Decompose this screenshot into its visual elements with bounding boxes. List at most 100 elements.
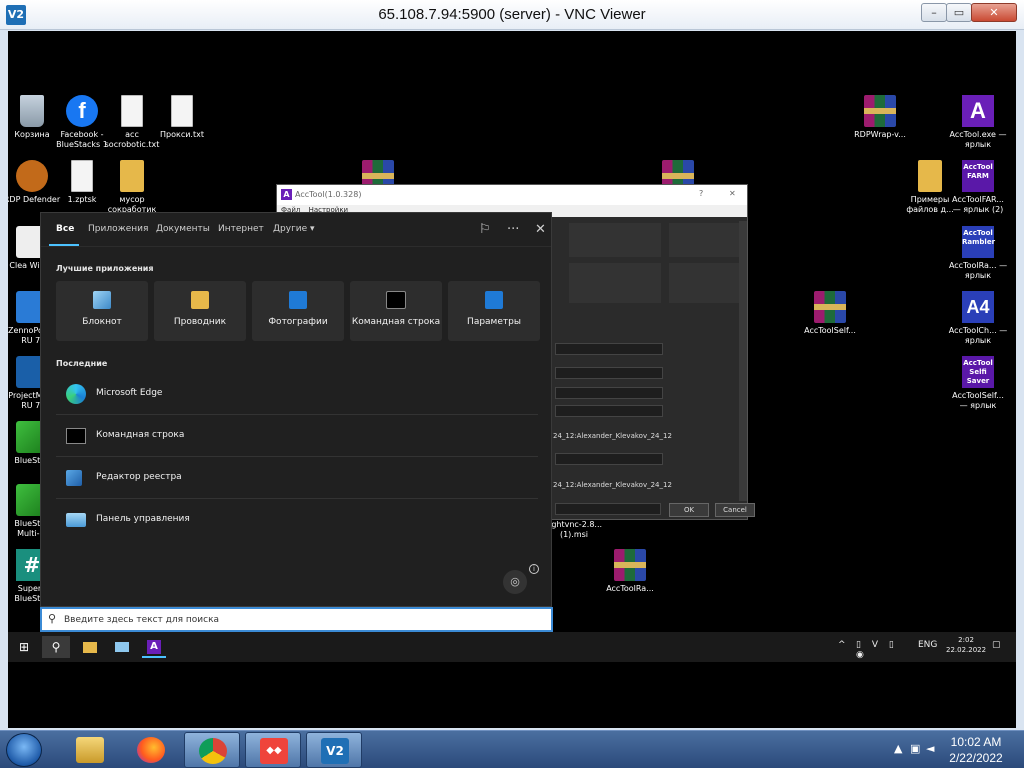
folder-icon	[191, 291, 209, 309]
close-icon[interactable]: ✕	[535, 222, 546, 237]
vnc-titlebar[interactable]: V2 65.108.7.94:5900 (server) - VNC Viewe…	[0, 0, 1024, 30]
recent-item-regedit[interactable]: Редактор реестра	[56, 457, 538, 499]
taskbar-explorer[interactable]	[62, 732, 118, 768]
desktop-icon-acctool-selfi[interactable]: AccTool Selfi Saver AccToolSelf... — ярл…	[948, 356, 1008, 411]
icon-label: tightvnc-2.8... (1).msi	[545, 520, 603, 539]
taskbar-anydesk[interactable]: ◆◆	[245, 732, 301, 768]
icon-label: AccTool.exe — ярлык	[949, 130, 1007, 149]
recent-heading: Последние	[56, 359, 108, 368]
recent-item-control-panel[interactable]: Панель управления	[56, 499, 538, 541]
desktop-icon-acctool-rambler[interactable]: AccTool Rambler AccToolRa... — ярлык	[948, 226, 1008, 281]
search-icon[interactable]: ⚲	[42, 636, 70, 658]
language-indicator[interactable]: ENG	[918, 640, 937, 650]
tab-all[interactable]: Все	[56, 224, 74, 234]
remote-desktop[interactable]: Корзина f Facebook - BlueStacks 1 acc so…	[8, 31, 1016, 728]
help-button[interactable]: ?	[699, 189, 703, 198]
ok-button[interactable]: OK	[669, 503, 709, 517]
icon-label: AccToolRa...	[606, 584, 654, 593]
acctool-panel	[669, 263, 739, 303]
desktop-icon-proxy-txt[interactable]: Прокси.txt	[152, 95, 212, 140]
acctool-farm-icon: AccTool FARM	[962, 160, 994, 192]
winrar-archive-icon	[814, 291, 846, 323]
more-icon[interactable]: ···	[507, 222, 519, 237]
anydesk-icon: ◆◆	[260, 738, 288, 764]
windows-start-orb-icon[interactable]	[6, 733, 42, 767]
notification-icon[interactable]: ▢	[992, 640, 1001, 650]
host-clock[interactable]: 10:02 AM 2/22/2022	[936, 734, 1016, 766]
top-app-settings[interactable]: Параметры	[448, 281, 540, 341]
acctool-icon: A	[962, 95, 994, 127]
taskbar-control-panel[interactable]	[110, 636, 134, 658]
acctool-titlebar[interactable]: AccTool(1.0.328) ? ✕	[277, 185, 747, 205]
acctool-icon: A	[147, 640, 161, 654]
folder-icon	[918, 160, 942, 192]
acctool-field[interactable]	[555, 405, 663, 417]
taskbar-chrome[interactable]	[184, 732, 240, 768]
minimize-button[interactable]: –	[921, 3, 947, 22]
remote-clock[interactable]: 2:02 22.02.2022	[946, 635, 986, 655]
tab-internet[interactable]: Интернет	[218, 224, 264, 234]
terminal-icon	[386, 291, 406, 309]
close-button[interactable]: ✕	[729, 189, 736, 198]
file-icon	[71, 160, 93, 192]
desktop-icon-tightvnc[interactable]: tightvnc-2.8... (1).msi	[544, 517, 604, 540]
control-panel-icon	[115, 642, 129, 652]
recent-item-edge[interactable]: Microsoft Edge	[56, 373, 538, 415]
acctool-title: AccTool(1.0.328)	[295, 190, 362, 199]
desktop-icon-acctool-ch[interactable]: A4 AccToolCh... — ярлык	[948, 291, 1008, 346]
taskbar-explorer[interactable]	[78, 636, 102, 658]
acctool-field[interactable]	[555, 503, 661, 515]
recycle-bin-icon	[20, 95, 44, 127]
recent-item-cmd[interactable]: Командная строка	[56, 415, 538, 457]
top-app-label: Блокнот	[82, 317, 122, 327]
chrome-icon	[199, 738, 227, 764]
top-app-explorer[interactable]: Проводник	[154, 281, 246, 341]
desktop-icon-acctool-exe[interactable]: A AccTool.exe — ярлык	[948, 95, 1008, 150]
restore-button[interactable]: ▭	[946, 3, 972, 22]
windows-start-icon[interactable]: ⊞	[12, 636, 36, 658]
top-app-photos[interactable]: Фотографии	[252, 281, 344, 341]
acctool-scrollbar[interactable]	[739, 221, 747, 501]
control-panel-icon	[66, 513, 86, 527]
desktop-icon-acctool-self-rar[interactable]: AccToolSelf...	[800, 291, 860, 336]
desktop-icon-acctoolra-rar[interactable]: AccToolRa...	[600, 549, 660, 594]
host-date: 2/22/2022	[949, 751, 1003, 765]
text-file-icon	[171, 95, 193, 127]
acctool-field[interactable]	[555, 343, 663, 355]
tray-overflow-icon[interactable]: ▲	[894, 742, 902, 755]
screenshot-search-button[interactable]: ◎	[503, 570, 527, 594]
top-app-notepad[interactable]: Блокнот	[56, 281, 148, 341]
taskbar-vnc-viewer[interactable]: V2	[306, 732, 362, 768]
info-icon[interactable]: i	[529, 564, 539, 574]
top-app-label: Проводник	[173, 317, 227, 327]
feedback-icon[interactable]: ⚐	[479, 222, 491, 237]
icon-label: AccToolFAR... — ярлык (2)	[952, 195, 1004, 214]
taskbar-acctool[interactable]: A	[142, 636, 166, 658]
acctool-rambler-icon: AccTool Rambler	[962, 226, 995, 258]
search-input[interactable]	[64, 612, 544, 628]
network-icon[interactable]: ▣	[910, 742, 920, 755]
desktop-icon-trash-folder[interactable]: мусор сокработик	[102, 160, 162, 215]
recent-label: Редактор реестра	[96, 472, 182, 482]
tab-apps[interactable]: Приложения	[88, 224, 148, 234]
icon-label: AccToolSelf...	[804, 326, 856, 335]
winrar-archive-icon	[864, 95, 896, 127]
acctool-dropdown[interactable]	[555, 387, 663, 399]
tray-icons[interactable]: ▯ V ▯ ◉	[856, 640, 916, 660]
folder-icon	[120, 160, 144, 192]
tab-other[interactable]: Другие ▾	[273, 224, 315, 234]
close-button[interactable]: ✕	[971, 3, 1017, 22]
tray-overflow-icon[interactable]: ^	[838, 640, 846, 650]
acctool-dropdown[interactable]	[555, 367, 663, 379]
taskbar-firefox[interactable]	[123, 732, 179, 768]
folder-icon	[76, 737, 104, 763]
desktop-icon-rdpwrap[interactable]: RDPWrap-v...	[850, 95, 910, 140]
desktop-icon-acctool-farm[interactable]: AccTool FARM AccToolFAR... — ярлык (2)	[948, 160, 1008, 215]
cancel-button[interactable]: Cancel	[715, 503, 755, 517]
volume-icon[interactable]: ◄	[926, 742, 934, 755]
acctool-field[interactable]	[555, 453, 663, 465]
recent-label: Панель управления	[96, 514, 190, 524]
tab-documents[interactable]: Документы	[156, 224, 210, 234]
top-app-cmd[interactable]: Командная строка	[350, 281, 442, 341]
search-box[interactable]: ⚲	[40, 607, 553, 632]
